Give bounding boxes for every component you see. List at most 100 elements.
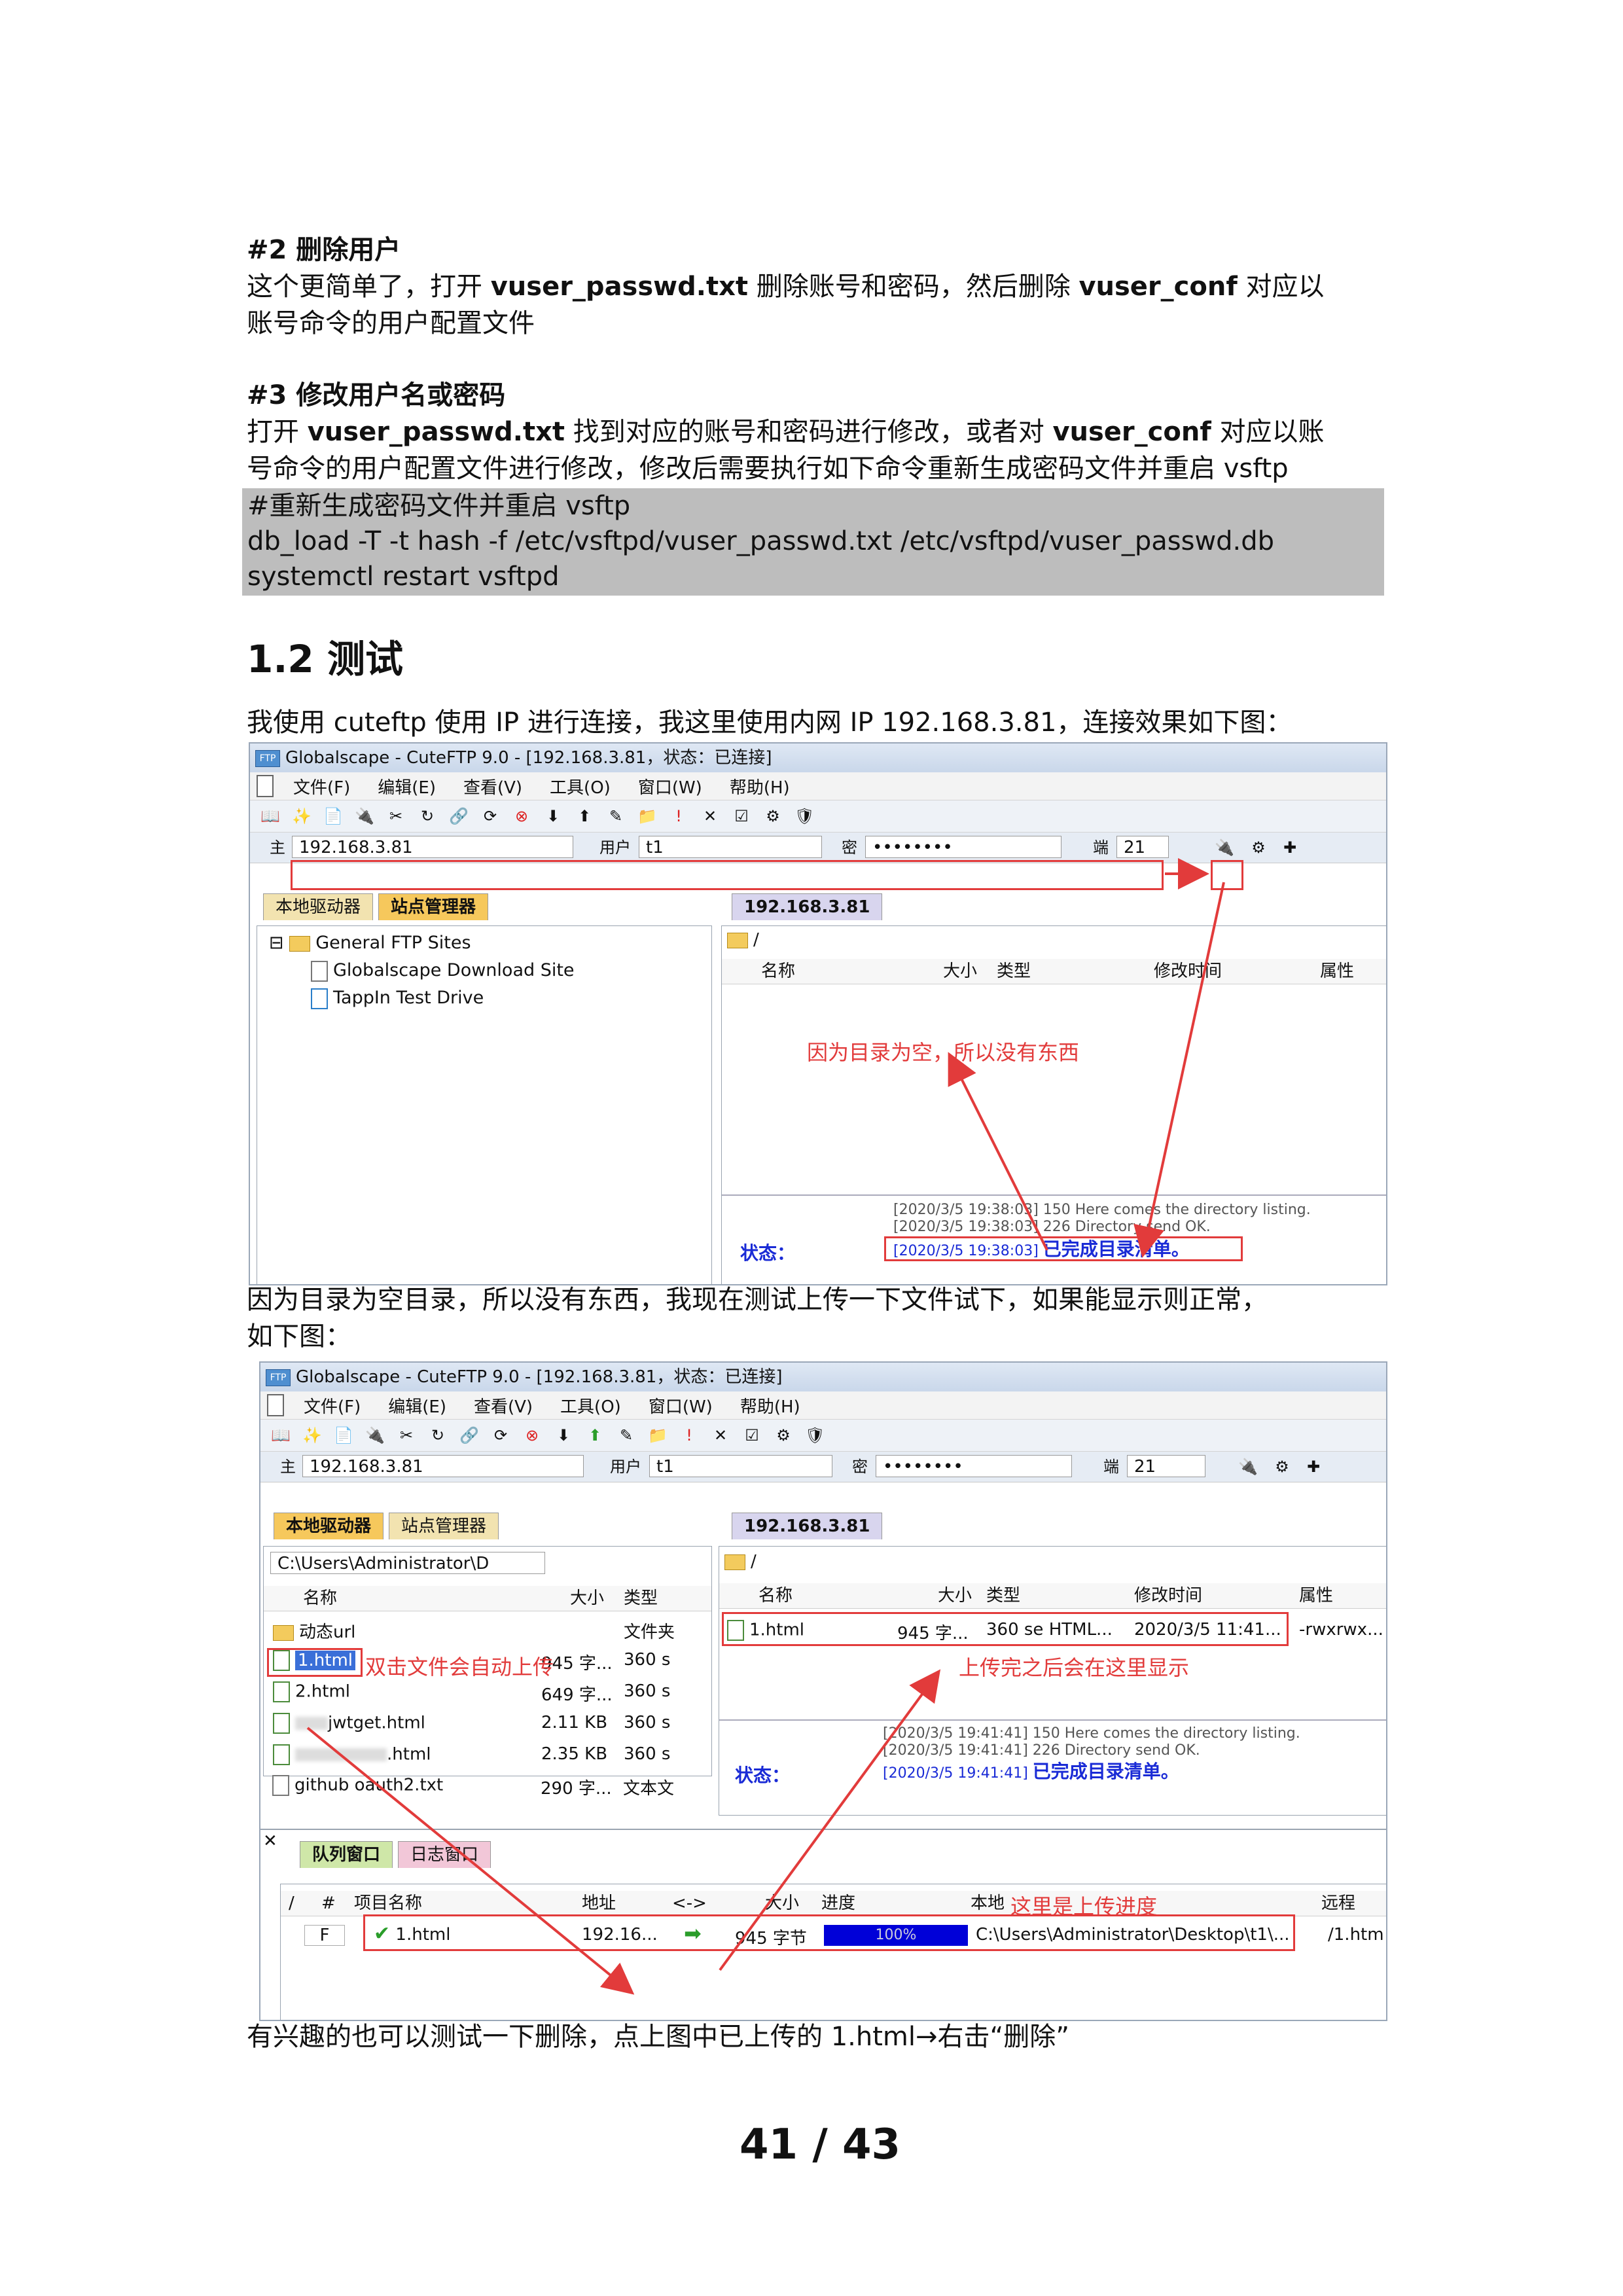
tab-local-drives[interactable]: 本地驱动器 [274, 1513, 384, 1539]
open-book-icon[interactable]: 📖 [271, 1426, 291, 1445]
refresh-icon[interactable]: ⟳ [480, 806, 500, 826]
disconnect-icon[interactable]: ✂ [386, 806, 406, 826]
upload-icon[interactable]: ⬆ [575, 806, 594, 826]
col-remote[interactable]: 远程 [1321, 1891, 1355, 1916]
add-site-icon[interactable]: ✚ [1304, 1457, 1323, 1477]
list-item[interactable]: 2.html [273, 1681, 350, 1702]
folder-icon[interactable]: 📁 [637, 806, 657, 826]
local-path-input[interactable]: C:\Users\Administrator\D [270, 1552, 545, 1574]
tab-queue[interactable]: 队列窗口 [300, 1841, 393, 1868]
user-input[interactable]: t1 [649, 1455, 832, 1477]
user-input[interactable]: t1 [639, 836, 822, 858]
host-input[interactable]: 192.168.3.81 [292, 836, 573, 858]
remote-path[interactable]: / [727, 930, 759, 950]
disconnect-icon[interactable]: ✂ [397, 1426, 416, 1445]
alert-icon[interactable]: ! [669, 806, 688, 826]
open-book-icon[interactable]: 📖 [260, 806, 280, 826]
col-type[interactable]: 类型 [997, 959, 1031, 984]
add-site-icon[interactable]: ✚ [1280, 838, 1300, 857]
password-input[interactable]: •••••••• [876, 1455, 1072, 1477]
col-attr[interactable]: 属性 [1320, 959, 1354, 984]
menu-view[interactable]: 查看(V) [474, 1393, 533, 1418]
col-size[interactable]: 大小 [570, 1586, 604, 1611]
tab-remote-host[interactable]: 192.168.3.81 [732, 893, 883, 920]
list-item[interactable]: .html [273, 1744, 431, 1765]
tab-log[interactable]: 日志窗口 [398, 1841, 491, 1868]
connect-icon[interactable]: 🔌 [365, 1426, 385, 1445]
menu-view[interactable]: 查看(V) [463, 774, 522, 798]
wizard-icon[interactable]: ✨ [302, 1426, 322, 1445]
wizard-icon[interactable]: ✨ [292, 806, 312, 826]
menu-tools[interactable]: 工具(O) [560, 1393, 621, 1418]
col-mtime[interactable]: 修改时间 [1154, 959, 1222, 984]
stop-icon[interactable]: ⊗ [512, 806, 531, 826]
url-icon[interactable]: 🔗 [459, 1426, 479, 1445]
col-item[interactable]: 项目名称 [354, 1891, 422, 1916]
menu-window[interactable]: 窗口(W) [638, 774, 702, 798]
list-item[interactable]: 动态url [273, 1619, 355, 1643]
settings-icon[interactable]: ⚙ [1249, 838, 1268, 857]
password-input[interactable]: •••••••• [865, 836, 1061, 858]
menu-tools[interactable]: 工具(O) [550, 774, 611, 798]
edit-icon[interactable]: ✎ [616, 1426, 636, 1445]
tab-local-drives[interactable]: 本地驱动器 [263, 893, 374, 920]
tab-remote-host[interactable]: 192.168.3.81 [732, 1513, 883, 1539]
col-name[interactable]: 名称 [758, 1583, 793, 1608]
col-addr[interactable]: 地址 [582, 1891, 616, 1916]
reconnect-icon[interactable]: ↻ [418, 806, 437, 826]
col-progress[interactable]: 进度 [821, 1891, 855, 1916]
alert-icon[interactable]: ! [679, 1426, 699, 1445]
properties-icon[interactable]: ☑ [742, 1426, 762, 1445]
col-size[interactable]: 大小 [938, 1583, 972, 1608]
properties-icon[interactable]: ☑ [732, 806, 751, 826]
new-site-icon[interactable]: 📄 [334, 1426, 353, 1445]
tree-item-globalscape-download[interactable]: Globalscape Download Site [311, 960, 575, 982]
menu-file[interactable]: 文件(F) [304, 1393, 361, 1418]
connect-icon[interactable]: 🔌 [355, 806, 374, 826]
tree-item-tappin-test-drive[interactable]: TappIn Test Drive [311, 988, 484, 1009]
menu-edit[interactable]: 编辑(E) [388, 1393, 446, 1418]
stop-icon[interactable]: ⊗ [522, 1426, 542, 1445]
tab-site-manager[interactable]: 站点管理器 [389, 1513, 499, 1539]
tree-item-general-ftp-sites[interactable]: ⊟ General FTP Sites [269, 933, 471, 953]
settings-icon[interactable]: ⚙ [774, 1426, 793, 1445]
col-mtime[interactable]: 修改时间 [1134, 1583, 1202, 1608]
col-size[interactable]: 大小 [943, 959, 977, 984]
col-name[interactable]: 名称 [761, 959, 795, 984]
list-item[interactable]: github oauth2.txt [272, 1775, 443, 1796]
settings-icon[interactable]: ⚙ [1272, 1457, 1292, 1477]
menu-help[interactable]: 帮助(H) [740, 1393, 800, 1418]
delete-icon[interactable]: ✕ [711, 1426, 730, 1445]
close-icon[interactable]: ✕ [263, 1831, 277, 1851]
menu-edit[interactable]: 编辑(E) [378, 774, 436, 798]
host-input[interactable]: 192.168.3.81 [302, 1455, 584, 1477]
settings-icon[interactable]: ⚙ [763, 806, 783, 826]
download-icon[interactable]: ⬇ [543, 806, 563, 826]
col-type[interactable]: 类型 [624, 1586, 658, 1611]
col-type[interactable]: 类型 [986, 1583, 1020, 1608]
tab-site-manager[interactable]: 站点管理器 [378, 893, 489, 920]
col-local[interactable]: 本地 [971, 1891, 1005, 1916]
port-input[interactable]: 21 [1116, 836, 1169, 858]
reconnect-icon[interactable]: ↻ [428, 1426, 448, 1445]
col-direction[interactable]: <-> [672, 1891, 707, 1916]
connect-icon[interactable]: 🔌 [1238, 1457, 1258, 1477]
url-icon[interactable]: 🔗 [449, 806, 469, 826]
col-attr[interactable]: 属性 [1299, 1583, 1333, 1608]
folder-icon[interactable]: 📁 [648, 1426, 668, 1445]
col-num[interactable]: # [321, 1891, 336, 1916]
upload-icon[interactable]: ⬆ [585, 1426, 605, 1445]
menu-help[interactable]: 帮助(H) [730, 774, 790, 798]
shield-icon[interactable]: 🛡 [805, 1426, 825, 1445]
download-icon[interactable]: ⬇ [554, 1426, 573, 1445]
menu-window[interactable]: 窗口(W) [649, 1393, 713, 1418]
new-site-icon[interactable]: 📄 [323, 806, 343, 826]
connect-icon[interactable]: 🔌 [1215, 838, 1234, 857]
port-input[interactable]: 21 [1127, 1455, 1205, 1477]
menu-file[interactable]: 文件(F) [293, 774, 350, 798]
delete-icon[interactable]: ✕ [700, 806, 720, 826]
col-size[interactable]: 大小 [765, 1891, 799, 1916]
remote-path[interactable]: / [724, 1552, 757, 1571]
edit-icon[interactable]: ✎ [606, 806, 626, 826]
shield-icon[interactable]: 🛡 [794, 806, 814, 826]
